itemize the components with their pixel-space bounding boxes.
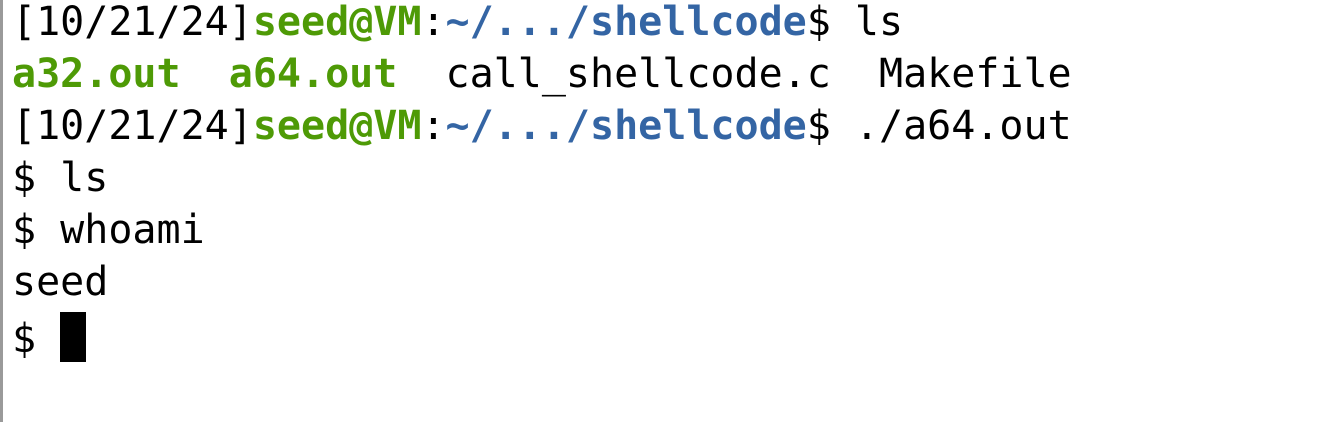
prompt-user: seed@VM — [252, 103, 422, 149]
prompt-colon: : — [421, 0, 446, 45]
whoami-output: seed — [12, 259, 109, 305]
prompt-dollar: $ — [806, 103, 855, 149]
file-call-shellcode: call_shellcode.c — [445, 51, 831, 97]
file-a64-out: a64.out — [228, 51, 398, 97]
prompt-path: ~/.../shellcode — [445, 103, 807, 149]
prompt-colon: : — [421, 103, 446, 149]
shell-prompt-current[interactable]: $ — [12, 312, 1320, 364]
prompt-line-2: [10/21/24]seed@VM:~/.../shellcode$ ./a64… — [12, 104, 1320, 156]
ls-output-line: a32.out a64.out call_shellcode.c Makefil… — [12, 52, 1320, 104]
text-cursor — [60, 312, 87, 362]
command-text: ls — [854, 0, 904, 45]
prompt-user: seed@VM — [252, 0, 422, 45]
file-a32-out: a32.out — [12, 51, 181, 97]
prompt-path: ~/.../shellcode — [445, 0, 807, 45]
prompt-date: [10/21/24] — [12, 0, 253, 45]
shell-line-ls: $ ls — [12, 155, 109, 201]
file-makefile: Makefile — [878, 51, 1072, 97]
shell-line-whoami: $ whoami — [12, 207, 205, 253]
command-text: ./a64.out — [854, 103, 1072, 149]
prompt-line-1: [10/21/24]seed@VM:~/.../shellcode$ ls — [12, 0, 1320, 52]
prompt-dollar: $ — [806, 0, 855, 45]
prompt-date: [10/21/24] — [12, 103, 253, 149]
terminal-window[interactable]: [10/21/24]seed@VM:~/.../shellcode$ ls a3… — [0, 0, 1320, 422]
shell-dollar: $ — [12, 316, 61, 362]
